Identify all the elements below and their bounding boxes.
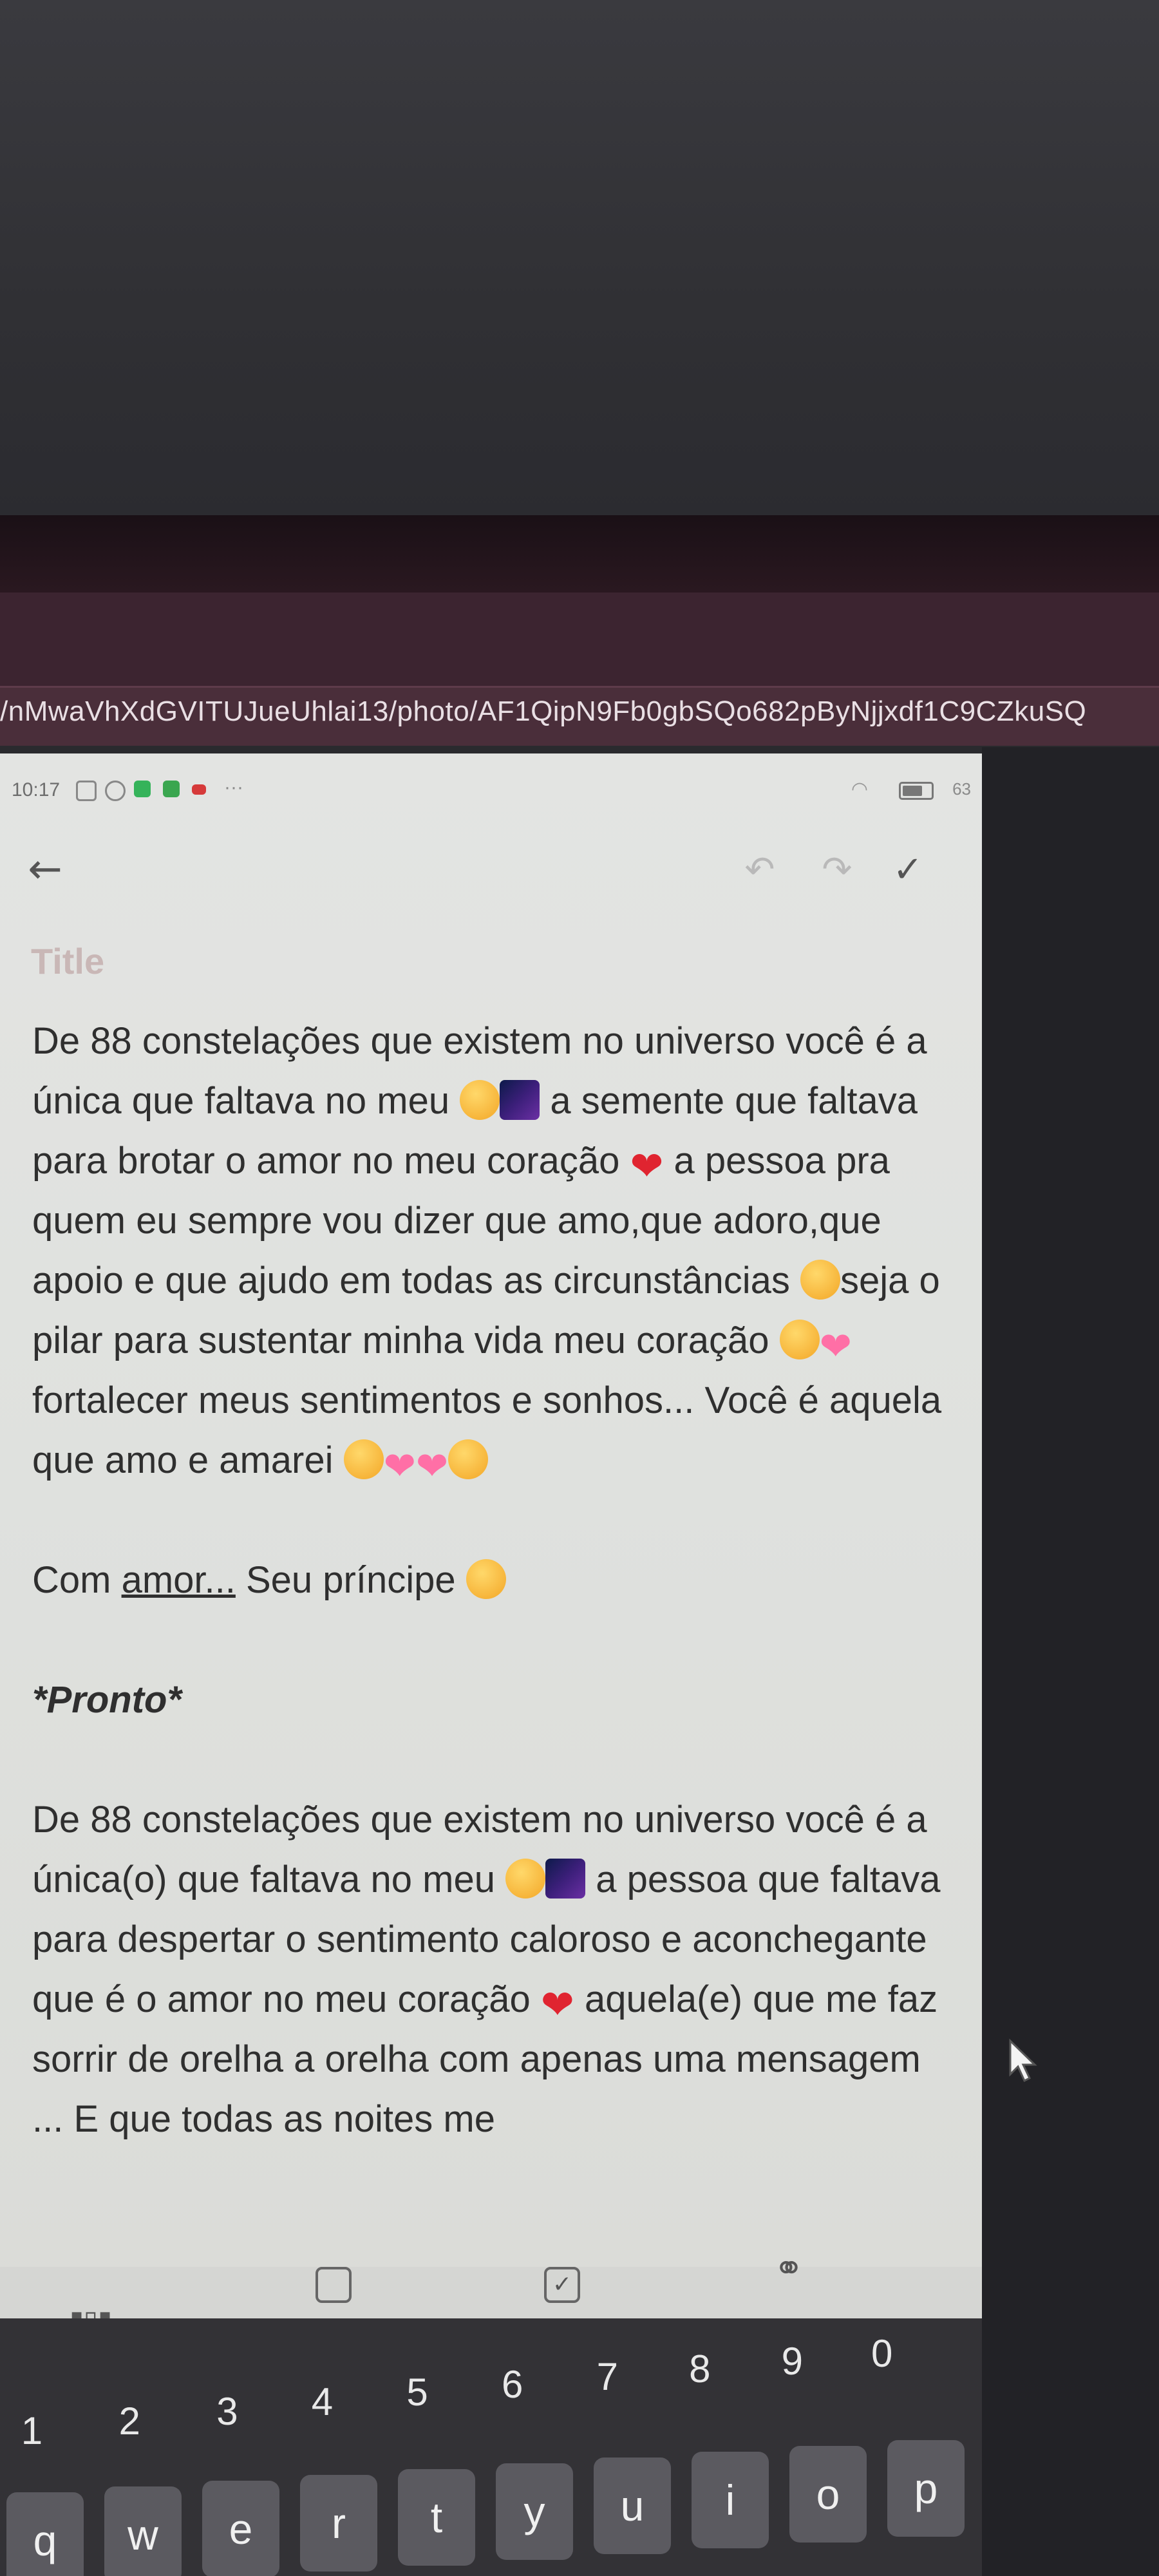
kissing-face-emoji [448,1439,489,1479]
shirt-icon[interactable]: ⚭ [769,2248,808,2289]
letter-key-r[interactable]: r [300,2475,377,2571]
red-heart-emoji: ❤ [630,1144,664,1189]
red-heart-emoji: ❤ [540,1983,574,2027]
pink-heart-emoji: ❤ [383,1444,416,1488]
number-row: 1234567890 [0,2318,982,2452]
message-paragraph: De 88 constelações que existem no univer… [32,1790,953,2149]
arrow-left-icon[interactable]: ← [19,844,71,895]
whatsapp-icon [134,781,151,797]
signature-line: Com amor... Seu príncipe [32,1550,953,1610]
letter-key-q[interactable]: q [6,2492,84,2576]
wifi-icon: ◠ [851,779,868,800]
letter-key-w[interactable]: w [104,2486,182,2576]
signature-suffix: Seu príncipe [235,1559,466,1601]
smiling-hearts-emoji [505,1859,546,1899]
alarm-icon [105,781,126,801]
clipboard-icon[interactable]: ✓ [544,2267,580,2303]
app-icon [163,781,180,797]
notification-icon [76,781,97,801]
letter-key-p[interactable]: p [887,2440,965,2537]
letter-key-i[interactable]: i [692,2452,769,2548]
mouse-cursor-icon [1009,2038,1037,2083]
redo-icon[interactable]: ↷ [811,844,863,895]
letter-key-e[interactable]: e [202,2481,279,2576]
keyboard: 1234567890 qwertyuiop [0,2318,982,2576]
letter-row: qwertyuiop [0,2434,982,2576]
undo-icon[interactable]: ↶ [734,844,786,895]
signature-link[interactable]: amor... [122,1559,236,1601]
number-key-5[interactable]: 5 [406,2370,428,2414]
revolving-hearts-emoji: ❤ [415,1444,449,1488]
number-key-4[interactable]: 4 [312,2380,333,2424]
smiling-hearts-emoji [800,1260,840,1300]
smiling-hearts-emoji [460,1080,500,1120]
check-icon[interactable]: ✓ [882,844,934,895]
status-bar: 10:17 ··· ◠ 63 [12,777,971,805]
room-background [0,0,1159,515]
letter-key-t[interactable]: t [398,2469,475,2566]
battery-icon [899,782,934,800]
milky-way-emoji [500,1080,540,1120]
message-paragraph: De 88 constelações que existem no univer… [32,1011,953,1490]
youtube-icon [192,784,206,795]
signature-prefix: Com [32,1559,122,1601]
sticker-icon[interactable] [316,2267,352,2303]
letter-key-y[interactable]: y [496,2463,573,2560]
number-key-9[interactable]: 9 [782,2339,803,2383]
letter-key-u[interactable]: u [594,2458,671,2554]
laptop-bezel [0,515,1159,592]
smiling-face-emoji [343,1439,384,1479]
number-key-0[interactable]: 0 [871,2331,892,2376]
pronto-text: *Pronto* [32,1679,182,1721]
phone-screenshot: 10:17 ··· ◠ 63 ← ↶ ↷ ✓ Title De 88 const… [0,753,982,2576]
browser-dark-area [982,747,1159,2576]
heart-eyes-emoji [779,1320,820,1359]
editor-toolbar: ← ↶ ↷ ✓ [0,837,982,902]
battery-level: 63 [952,779,971,799]
two-hearts-emoji: ❤ [819,1325,852,1368]
note-body[interactable]: De 88 constelações que existem no univer… [32,1011,953,2149]
number-key-3[interactable]: 3 [216,2389,238,2434]
more-notifications-icon: ··· [224,777,243,798]
pronto-heading: *Pronto* [32,1670,953,1730]
number-key-7[interactable]: 7 [597,2354,618,2399]
star-struck-emoji [466,1559,506,1599]
note-title-placeholder[interactable]: Title [31,940,104,982]
number-key-6[interactable]: 6 [502,2362,523,2407]
number-key-8[interactable]: 8 [689,2347,710,2391]
milky-way-emoji [545,1859,586,1899]
status-time: 10:17 [12,779,61,800]
letter-key-o[interactable]: o [789,2446,867,2543]
address-bar-url[interactable]: /nMwaVhXdGVITUJueUhlai13/photo/AF1QipN9F… [0,696,1159,728]
